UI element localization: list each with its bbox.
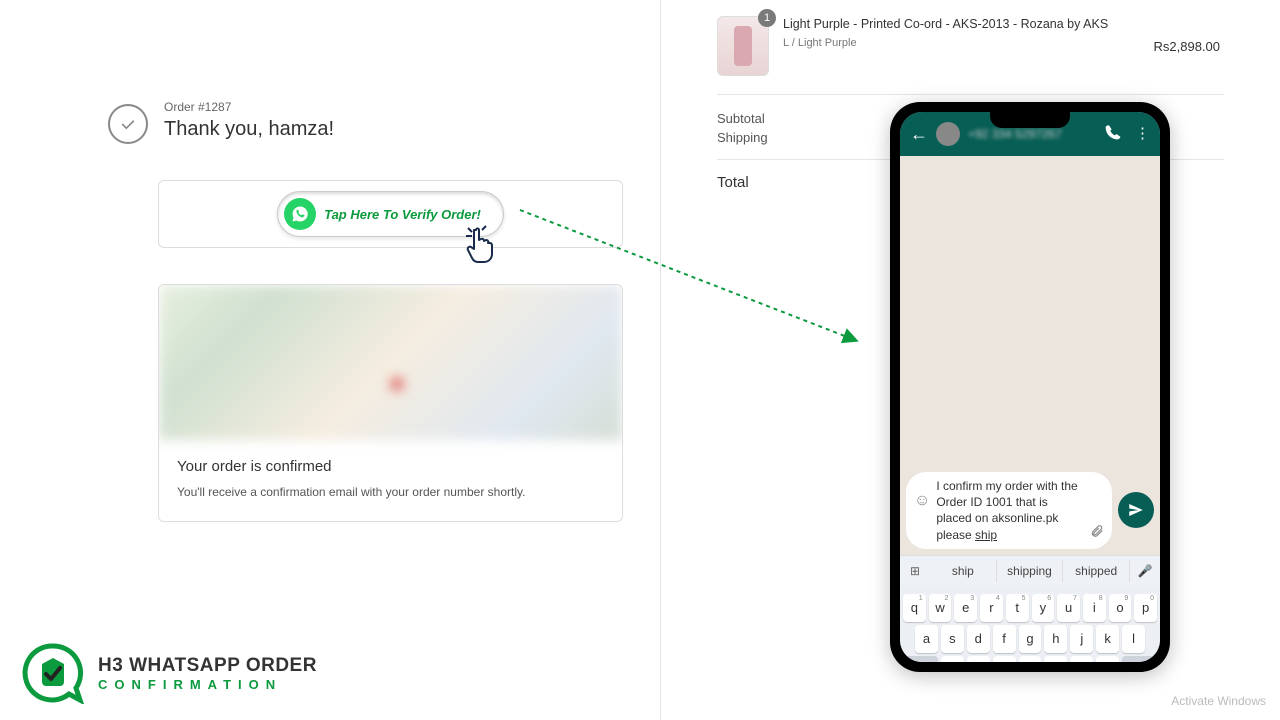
key-j[interactable]: j — [1070, 625, 1093, 653]
total-label: Total — [717, 174, 749, 191]
product-price: Rs2,898.00 — [1154, 39, 1221, 54]
message-text: I confirm my order with the Order ID 100… — [936, 478, 1084, 543]
phone-notch — [990, 112, 1070, 128]
confirmed-body: You'll receive a confirmation email with… — [177, 485, 604, 499]
suggestion[interactable]: shipping — [997, 560, 1064, 582]
brand-title: H3 WHATSAPP ORDER — [98, 655, 317, 677]
send-button[interactable] — [1118, 492, 1154, 528]
shipping-label: Shipping — [717, 130, 768, 145]
key-e[interactable]: e3 — [954, 594, 977, 622]
checkout-left-panel: Order #1287 Thank you, hamza! Tap Here T… — [0, 0, 660, 720]
windows-watermark: Activate Windows — [1171, 694, 1266, 710]
key-t[interactable]: t5 — [1006, 594, 1029, 622]
key-a[interactable]: a — [915, 625, 938, 653]
order-header: Order #1287 Thank you, hamza! — [108, 100, 660, 144]
key-r[interactable]: r4 — [980, 594, 1003, 622]
backspace-key[interactable]: ⌫ — [1122, 656, 1157, 662]
quantity-badge: 1 — [758, 9, 776, 27]
emoji-icon[interactable]: ☺ — [914, 492, 930, 510]
key-y[interactable]: y6 — [1032, 594, 1055, 622]
contact-avatar[interactable] — [936, 122, 960, 146]
grid-icon[interactable]: ⊞ — [900, 564, 930, 578]
brand-logo-icon — [22, 642, 84, 704]
pointer-cursor-icon — [462, 224, 502, 273]
mic-icon[interactable]: 🎤 — [1130, 564, 1160, 578]
back-icon[interactable]: ← — [910, 124, 928, 145]
attach-icon[interactable] — [1090, 524, 1104, 541]
more-icon[interactable]: ⋮ — [1135, 124, 1150, 144]
key-k[interactable]: k — [1096, 625, 1119, 653]
product-variant: L / Light Purple — [783, 36, 1140, 51]
line-item: 1 Light Purple - Printed Co-ord - AKS-20… — [661, 10, 1280, 94]
keyboard: q1w2e3r4t5y6u7i8o9p0 asdfghjkl ⇧ zxcvbnm… — [900, 587, 1160, 662]
suggestion[interactable]: shipped — [1063, 560, 1130, 582]
key-w[interactable]: w2 — [929, 594, 952, 622]
order-number: Order #1287 — [164, 100, 334, 114]
key-s[interactable]: s — [941, 625, 964, 653]
map-preview — [159, 285, 622, 440]
chat-input-row: ☺ I confirm my order with the Order ID 1… — [900, 466, 1160, 555]
key-o[interactable]: o9 — [1109, 594, 1132, 622]
brand-footer: H3 WHATSAPP ORDER CONFIRMATION — [22, 642, 317, 704]
key-p[interactable]: p0 — [1134, 594, 1157, 622]
confirmation-card: Your order is confirmed You'll receive a… — [158, 284, 623, 522]
call-icon[interactable] — [1105, 124, 1121, 144]
key-x[interactable]: x — [967, 656, 990, 662]
key-b[interactable]: b — [1044, 656, 1067, 662]
product-thumbnail: 1 — [717, 16, 769, 76]
confirmed-title: Your order is confirmed — [177, 458, 604, 475]
key-q[interactable]: q1 — [903, 594, 926, 622]
message-input[interactable]: ☺ I confirm my order with the Order ID 1… — [906, 472, 1112, 549]
verify-button-label: Tap Here To Verify Order! — [324, 207, 481, 222]
success-check-icon — [108, 104, 148, 144]
key-c[interactable]: c — [993, 656, 1016, 662]
key-m[interactable]: m — [1096, 656, 1119, 662]
verify-order-box: Tap Here To Verify Order! — [158, 180, 623, 248]
key-u[interactable]: u7 — [1057, 594, 1080, 622]
thank-you-heading: Thank you, hamza! — [164, 118, 334, 141]
whatsapp-icon — [284, 198, 316, 230]
chat-body[interactable] — [900, 156, 1160, 466]
key-g[interactable]: g — [1019, 625, 1042, 653]
key-h[interactable]: h — [1044, 625, 1067, 653]
product-name: Light Purple - Printed Co-ord - AKS-2013… — [783, 16, 1140, 34]
key-l[interactable]: l — [1122, 625, 1145, 653]
key-i[interactable]: i8 — [1083, 594, 1106, 622]
suggestion[interactable]: ship — [930, 560, 997, 582]
shift-key[interactable]: ⇧ — [903, 656, 938, 662]
key-n[interactable]: n — [1070, 656, 1093, 662]
key-f[interactable]: f — [993, 625, 1016, 653]
brand-subtitle: CONFIRMATION — [98, 677, 317, 692]
key-z[interactable]: z — [941, 656, 964, 662]
contact-number[interactable]: +92 334 5297267 — [968, 127, 1097, 141]
key-v[interactable]: v — [1019, 656, 1042, 662]
keyboard-suggestions: ⊞ ship shipping shipped 🎤 — [900, 555, 1160, 587]
subtotal-label: Subtotal — [717, 111, 765, 126]
phone-mockup: ← +92 334 5297267 ⋮ ☺ I confirm my order… — [890, 102, 1170, 672]
key-d[interactable]: d — [967, 625, 990, 653]
